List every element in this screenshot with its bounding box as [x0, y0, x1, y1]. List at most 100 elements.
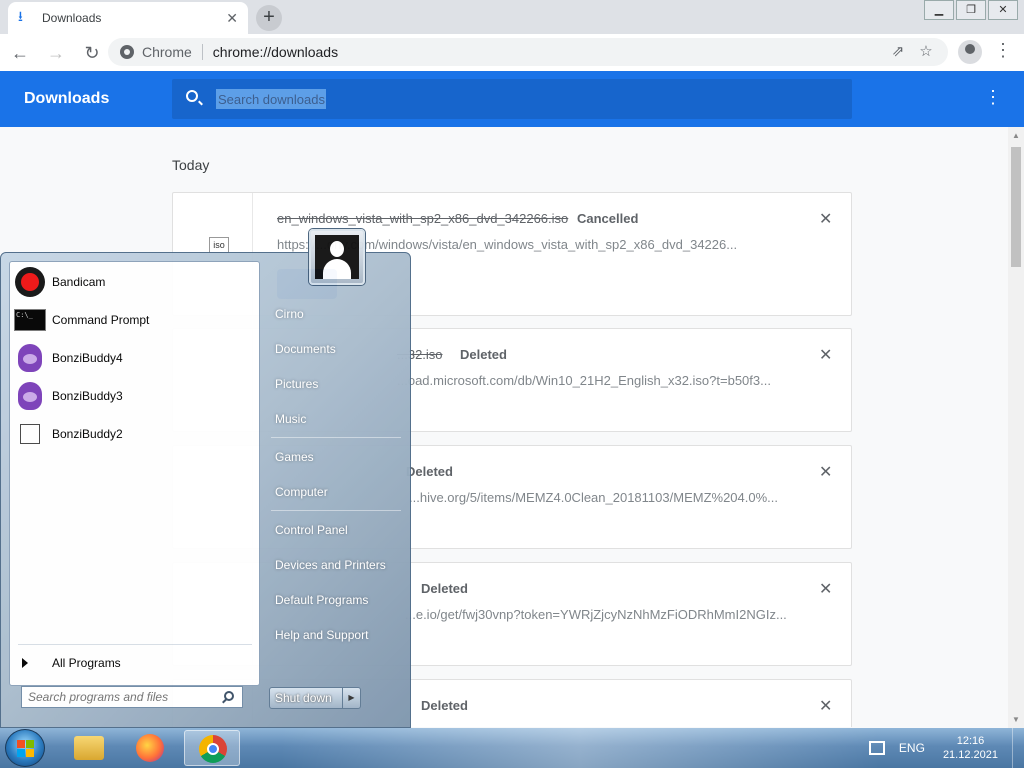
shutdown-control: Shut down ▶ — [269, 687, 361, 709]
search-input[interactable] — [216, 89, 326, 109]
program-bonzibuddy4[interactable]: BonziBuddy4 — [14, 340, 254, 376]
scroll-up-arrow-icon[interactable]: ▲ — [1012, 131, 1020, 140]
program-bandicam[interactable]: Bandicam — [14, 264, 254, 300]
program-label: Bandicam — [52, 275, 106, 289]
start-button[interactable] — [5, 729, 45, 767]
close-tab-icon[interactable]: ✕ — [226, 10, 238, 27]
address-bar[interactable]: Chrome chrome://downloads ⇗ ☆ — [108, 38, 948, 66]
program-bonzibuddy2[interactable]: BonziBuddy2 — [14, 416, 254, 452]
back-button[interactable]: ← — [4, 37, 36, 69]
remove-icon[interactable]: ✕ — [819, 696, 832, 716]
tab-title: Downloads — [42, 11, 102, 25]
remove-icon[interactable]: ✕ — [819, 462, 832, 482]
remove-icon[interactable]: ✕ — [819, 345, 832, 365]
all-programs-label: All Programs — [52, 656, 121, 670]
chrome-menu-icon[interactable]: ⋮ — [994, 40, 1012, 61]
reload-button[interactable]: ↻ — [76, 37, 108, 69]
programs-panel: Bandicam C:\_ Command Prompt BonziBuddy4… — [9, 261, 260, 686]
computer-link[interactable]: Computer — [275, 485, 328, 499]
clock-time: 12:16 — [956, 735, 985, 747]
program-label: Command Prompt — [52, 313, 150, 327]
search-icon — [186, 90, 198, 102]
download-status: Deleted — [406, 464, 453, 479]
remove-icon[interactable]: ✕ — [819, 579, 832, 599]
forward-button[interactable]: → — [40, 37, 72, 69]
user-avatar-icon — [315, 235, 359, 279]
magnifier-icon[interactable] — [224, 691, 234, 701]
scrollbar-thumb[interactable] — [1011, 147, 1021, 267]
start-search-input[interactable] — [22, 687, 212, 707]
downloads-search[interactable] — [172, 79, 852, 119]
scroll-down-arrow-icon[interactable]: ▼ — [1012, 715, 1020, 724]
download-status: Cancelled — [577, 211, 639, 226]
language-indicator[interactable]: ENG — [899, 741, 925, 755]
chrome-icon — [199, 735, 227, 763]
shutdown-options-arrow-icon[interactable]: ▶ — [342, 688, 360, 708]
taskbar-firefox[interactable] — [122, 730, 178, 766]
program-label: BonziBuddy4 — [52, 351, 123, 365]
program-command-prompt[interactable]: C:\_ Command Prompt — [14, 302, 254, 338]
devices-printers-link[interactable]: Devices and Printers — [275, 558, 386, 572]
menu-separator — [271, 510, 401, 511]
file-icon — [14, 418, 46, 450]
network-icon[interactable] — [868, 741, 885, 755]
url-text: chrome://downloads — [212, 44, 339, 60]
tab-strip: ⭳ Downloads ✕ + ▁ ❐ ✕ — [0, 0, 1024, 34]
page-scrollbar[interactable]: ▲ ▼ — [1008, 127, 1024, 728]
downloads-header: Downloads ⋮ — [0, 71, 1024, 127]
chrome-center-icon — [207, 743, 219, 755]
bandicam-icon — [14, 266, 46, 298]
remove-icon[interactable]: ✕ — [819, 209, 832, 229]
default-programs-link[interactable]: Default Programs — [275, 593, 368, 607]
site-name: Chrome — [142, 44, 192, 60]
program-bonzibuddy3[interactable]: BonziBuddy3 — [14, 378, 254, 414]
games-link[interactable]: Games — [275, 450, 314, 464]
user-folder-link[interactable]: Cirno — [275, 307, 304, 321]
music-link[interactable]: Music — [275, 412, 306, 426]
download-status: Deleted — [421, 698, 468, 713]
omnibox-separator — [201, 44, 203, 60]
date-label: Today — [172, 157, 210, 173]
new-tab-button[interactable]: + — [256, 5, 282, 31]
share-icon[interactable]: ⇗ — [884, 42, 912, 60]
shutdown-button[interactable]: Shut down — [270, 688, 342, 708]
help-support-link[interactable]: Help and Support — [275, 628, 368, 642]
bookmark-star-icon[interactable]: ☆ — [912, 42, 940, 60]
bonzibuddy-icon — [14, 380, 46, 412]
control-panel-link[interactable]: Control Panel — [275, 523, 348, 537]
folder-icon — [74, 736, 104, 760]
window-controls: ▁ ❐ ✕ — [922, 0, 1018, 20]
documents-link[interactable]: Documents — [275, 342, 336, 356]
file-url[interactable]: ...hive.org/5/items/MEMZ4.0Clean_2018110… — [409, 490, 778, 505]
system-tray: ENG 12:16 21.12.2021 — [868, 728, 1024, 768]
file-url[interactable]: ...oad.microsoft.com/db/Win10_21H2_Engli… — [397, 373, 771, 388]
firefox-icon — [136, 734, 164, 762]
tab-downloads[interactable]: ⭳ Downloads ✕ — [8, 2, 248, 34]
page-title: Downloads — [24, 90, 110, 107]
avatar-head — [330, 241, 344, 257]
close-window-button[interactable]: ✕ — [988, 0, 1018, 20]
restore-button[interactable]: ❐ — [956, 0, 986, 20]
iso-file-icon: iso — [209, 237, 229, 253]
show-desktop-button[interactable] — [1012, 728, 1024, 768]
profile-avatar-icon[interactable] — [958, 40, 982, 64]
all-programs-button[interactable]: All Programs — [18, 652, 252, 674]
programs-divider — [18, 644, 252, 645]
chrome-site-icon — [120, 45, 134, 59]
clock[interactable]: 12:16 21.12.2021 — [943, 734, 998, 762]
bonzibuddy-icon — [14, 342, 46, 374]
omnibox-actions: ⇗ ☆ — [884, 42, 940, 60]
start-search-box[interactable] — [21, 686, 243, 708]
expand-arrow-icon — [22, 658, 28, 668]
wallpaper-glimpse — [280, 728, 880, 768]
file-name[interactable]: en_windows_vista_with_sp2_x86_dvd_342266… — [277, 211, 568, 226]
command-prompt-icon: C:\_ — [14, 304, 46, 336]
minimize-button[interactable]: ▁ — [924, 0, 954, 20]
more-actions-icon[interactable]: ⋮ — [984, 87, 1002, 108]
taskbar-chrome[interactable] — [184, 730, 240, 766]
pictures-link[interactable]: Pictures — [275, 377, 318, 391]
user-picture[interactable] — [309, 229, 365, 285]
taskbar-explorer[interactable] — [60, 730, 116, 766]
file-url[interactable]: ...e.io/get/fwj30vnp?token=YWRjZjcyNzNhM… — [405, 607, 787, 622]
download-status: Deleted — [460, 347, 507, 362]
